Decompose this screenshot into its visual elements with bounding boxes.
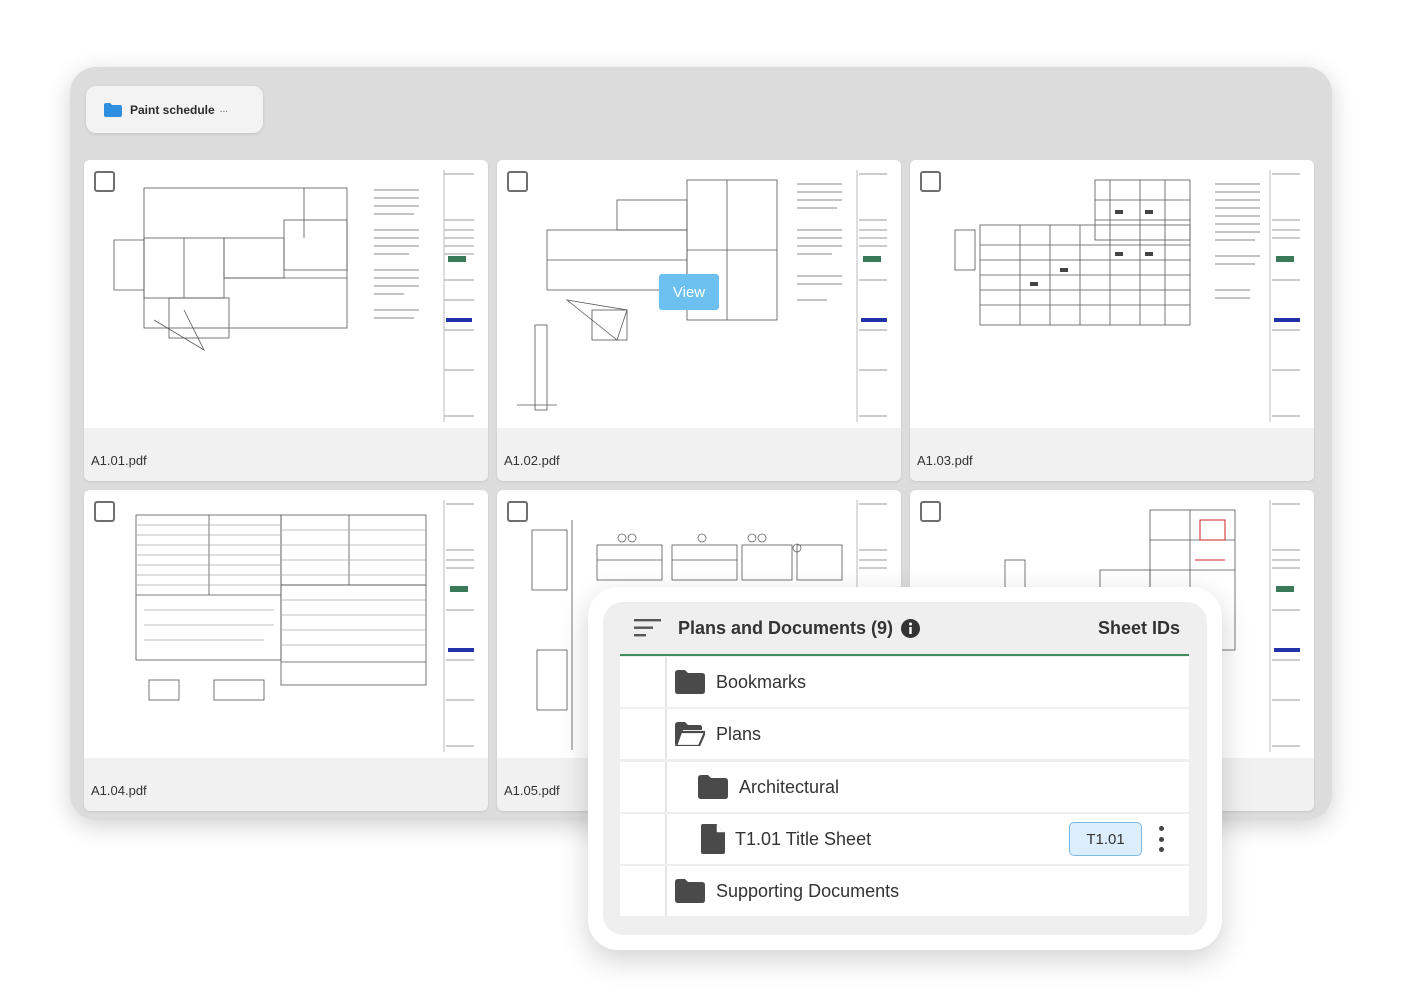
- panel-header: Plans and Documents (9) Sheet IDs: [620, 602, 1189, 656]
- plans-documents-list: Plans and Documents (9) Sheet IDs Bookma…: [603, 602, 1207, 935]
- folder-open-icon: [675, 722, 705, 746]
- panel-title: Plans and Documents (9): [678, 617, 894, 638]
- select-checkbox[interactable]: [920, 501, 941, 522]
- folder-name-ellipsis: ...: [219, 104, 229, 115]
- document-thumbnail[interactable]: [84, 160, 488, 428]
- sort-icon[interactable]: [634, 618, 662, 638]
- row-label: Supporting Documents: [716, 880, 900, 901]
- file-name: A1.04.pdf: [91, 783, 147, 798]
- document-card[interactable]: A1.03.pdf: [910, 160, 1314, 481]
- folder-icon: [698, 775, 728, 799]
- file-name: A1.05.pdf: [504, 783, 560, 798]
- row-label: Bookmarks: [716, 671, 807, 692]
- folder-icon: [675, 879, 705, 903]
- file-name: A1.03.pdf: [917, 453, 973, 468]
- file-name: A1.01.pdf: [91, 453, 147, 468]
- row-gutter: [665, 762, 667, 812]
- info-icon[interactable]: [901, 618, 921, 638]
- row-label: T1.01 Title Sheet: [735, 828, 872, 849]
- tree-row-bookmarks[interactable]: Bookmarks: [620, 657, 1189, 707]
- row-gutter: [665, 657, 667, 707]
- tree-row-architectural[interactable]: Architectural: [620, 762, 1189, 812]
- select-checkbox[interactable]: [94, 171, 115, 192]
- select-checkbox[interactable]: [94, 501, 115, 522]
- document-thumbnail[interactable]: [910, 160, 1314, 428]
- sheet-ids-header[interactable]: Sheet IDs: [1098, 618, 1180, 639]
- tree-row-title-sheet[interactable]: T1.01 Title Sheet T1.01: [620, 814, 1189, 864]
- row-gutter: [665, 814, 667, 864]
- row-gutter: [665, 866, 667, 916]
- select-checkbox[interactable]: [507, 171, 528, 192]
- document-card[interactable]: View A1.02.pdf: [497, 160, 901, 481]
- more-options-icon[interactable]: [1155, 824, 1167, 854]
- document-thumbnail[interactable]: [84, 490, 488, 758]
- select-checkbox[interactable]: [507, 501, 528, 522]
- document-card[interactable]: A1.04.pdf: [84, 490, 488, 811]
- folder-name: Paint schedule: [130, 102, 215, 117]
- file-name: A1.02.pdf: [504, 453, 560, 468]
- row-label: Architectural: [739, 776, 840, 797]
- view-button[interactable]: View: [659, 274, 719, 310]
- tree-row-supporting-documents[interactable]: Supporting Documents: [620, 866, 1189, 916]
- folder-breadcrumb[interactable]: Paint schedule ...: [86, 86, 263, 133]
- document-icon: [701, 824, 725, 854]
- sheet-id-badge[interactable]: T1.01: [1069, 822, 1142, 856]
- folder-icon: [675, 670, 705, 694]
- document-card[interactable]: A1.01.pdf: [84, 160, 488, 481]
- plans-documents-panel: Plans and Documents (9) Sheet IDs Bookma…: [588, 587, 1222, 950]
- row-label: Plans: [716, 723, 762, 744]
- document-thumbnail[interactable]: View: [497, 160, 901, 428]
- row-gutter: [665, 709, 667, 759]
- folder-icon: [104, 102, 122, 117]
- tree-row-plans[interactable]: Plans: [620, 709, 1189, 759]
- select-checkbox[interactable]: [920, 171, 941, 192]
